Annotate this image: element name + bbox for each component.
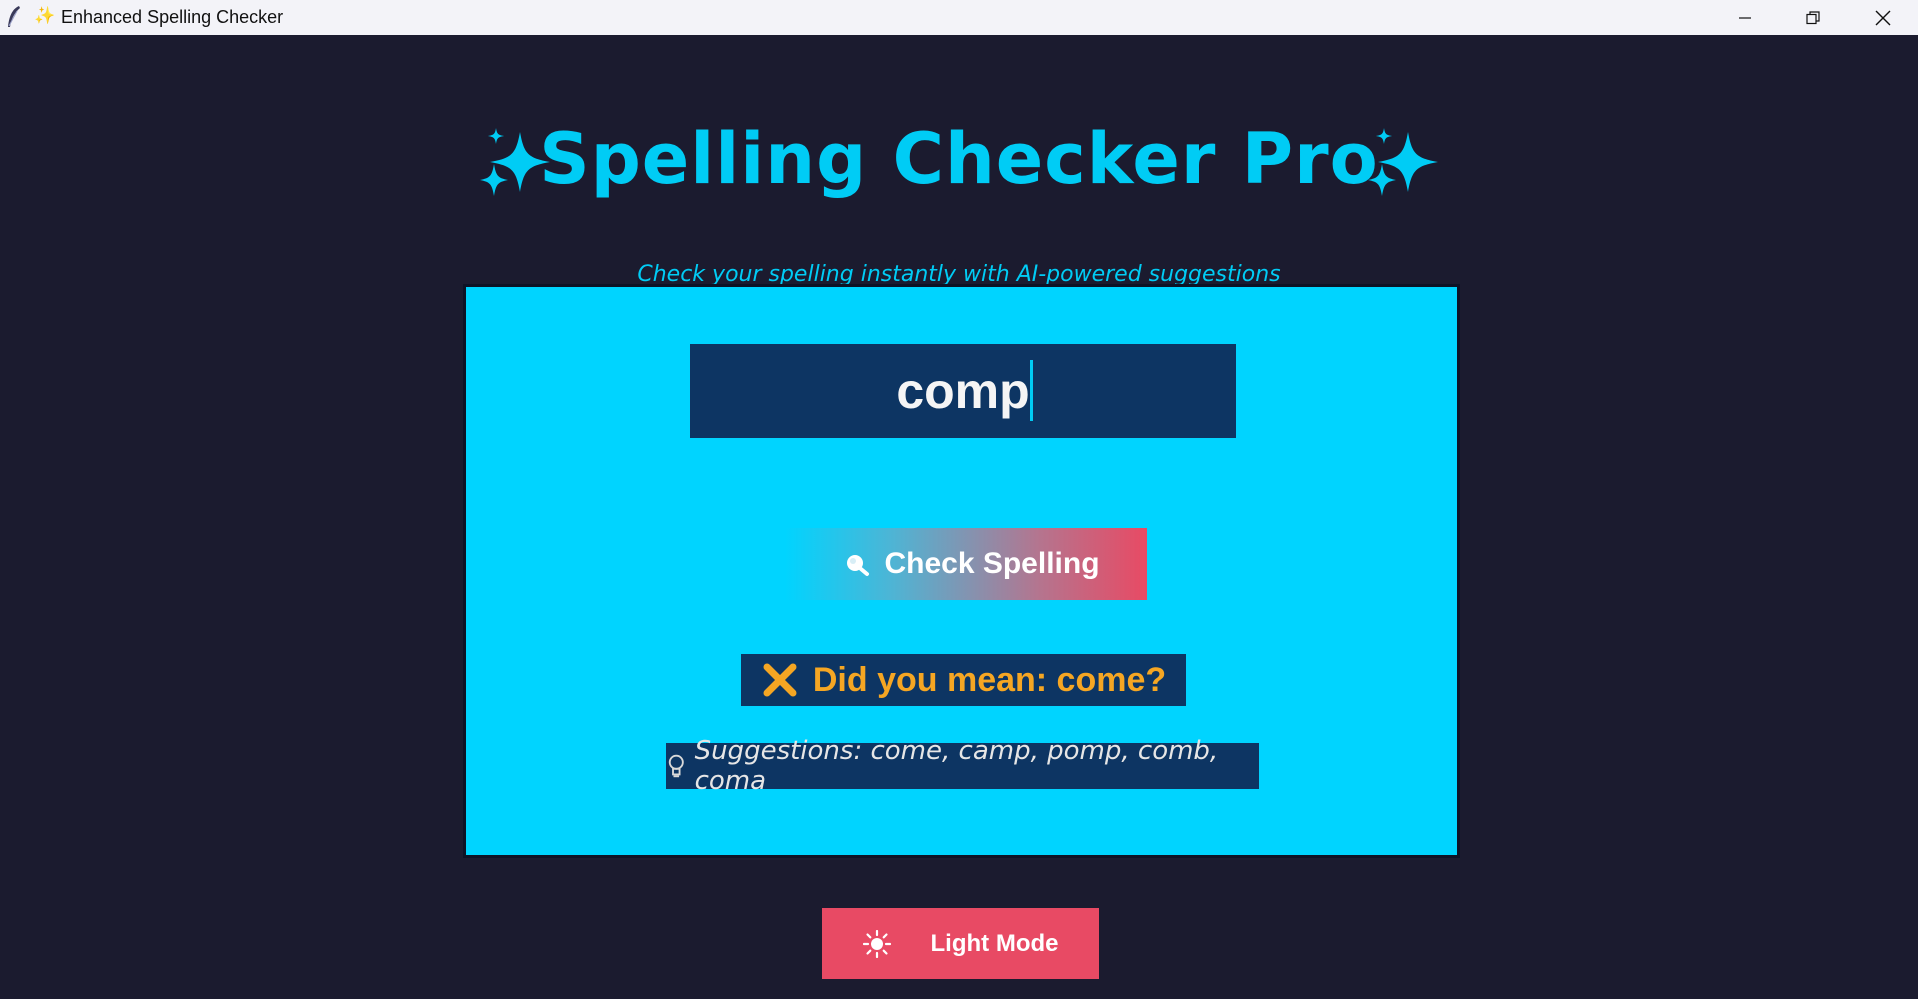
cross-mark-icon — [763, 663, 797, 697]
word-input[interactable] — [690, 344, 1236, 438]
feather-icon — [8, 6, 20, 27]
theme-toggle-button[interactable]: Light Mode — [822, 908, 1099, 979]
text-caret — [1030, 360, 1033, 421]
restore-button[interactable] — [1778, 0, 1848, 35]
restore-icon — [1806, 10, 1820, 24]
theme-toggle-label: Light Mode — [930, 929, 1059, 957]
minimize-icon — [1739, 16, 1751, 19]
check-spelling-button[interactable]: Check Spelling — [785, 528, 1147, 600]
minimize-button[interactable] — [1710, 0, 1780, 35]
result-message: Did you mean: come? — [741, 654, 1186, 706]
lightbulb-icon — [668, 754, 684, 778]
window-titlebar: ✨ Enhanced Spelling Checker — [0, 0, 1918, 35]
check-spelling-label: Check Spelling — [884, 547, 1100, 580]
suggestions-list: Suggestions: come, camp, pomp, comb, com… — [666, 736, 1259, 796]
close-button[interactable] — [1848, 0, 1918, 35]
window-title: Enhanced Spelling Checker — [61, 7, 284, 27]
result-text: Did you mean: come? — [812, 660, 1167, 699]
sun-icon — [862, 929, 891, 958]
page-title: Spelling Checker Pro — [539, 118, 1379, 200]
sparkles-icon — [1368, 128, 1438, 196]
suggestions-text: Suggestions: come, camp, pomp, comb, com… — [694, 736, 1219, 796]
checker-panel: Check Spelling Did you mean: come? Sugge… — [463, 284, 1460, 858]
close-icon — [1875, 10, 1891, 25]
title-sparkle-icon: ✨ — [34, 6, 56, 26]
magnifier-icon — [847, 555, 870, 576]
